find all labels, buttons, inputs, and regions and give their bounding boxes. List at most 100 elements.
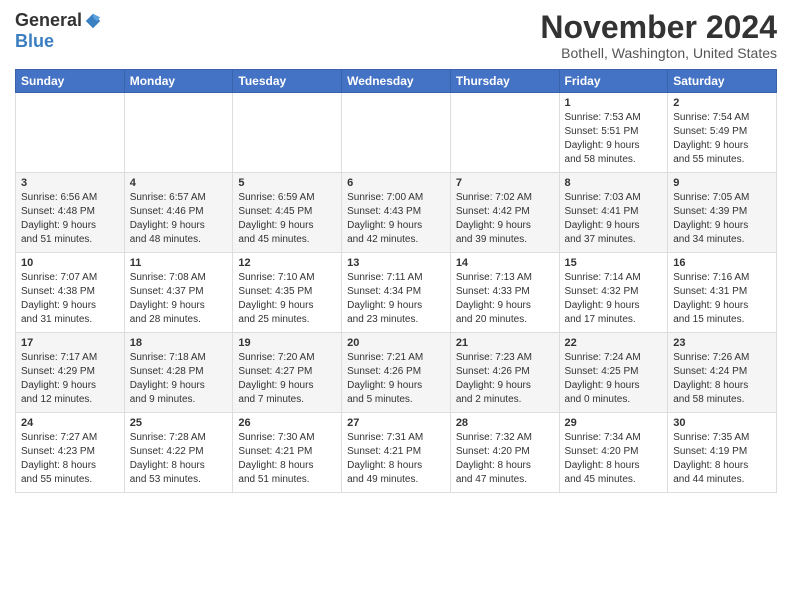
calendar-cell-w1-d5: 8 Sunrise: 7:03 AM Sunset: 4:41 PM Daylig… bbox=[559, 173, 668, 253]
week-row-0: 1Sunrise: 7:53 AM Sunset: 5:51 PM Daylig… bbox=[16, 93, 777, 173]
calendar-cell-w0-d6: 2 Sunrise: 7:54 AM Sunset: 5:49 PM Daylig… bbox=[668, 93, 777, 173]
header-friday: Friday bbox=[559, 70, 668, 93]
calendar-cell-w1-d0: 3Sunrise: 6:56 AM Sunset: 4:48 PM Daylig… bbox=[16, 173, 125, 253]
calendar-cell-w1-d2: 5 Sunrise: 6:59 AM Sunset: 4:45 PM Daylig… bbox=[233, 173, 342, 253]
day-info-24: Sunrise: 7:27 AM Sunset: 4:23 PM Dayligh… bbox=[21, 431, 119, 487]
day-number-11: 11 bbox=[130, 257, 228, 269]
logo-general: General bbox=[15, 10, 82, 31]
day-info-14: Sunrise: 7:13 AM Sunset: 4:33 PM Dayligh… bbox=[456, 271, 554, 327]
day-number-28: 28 bbox=[456, 417, 554, 429]
day-info-6: Sunrise: 7:00 AM Sunset: 4:43 PM Dayligh… bbox=[347, 191, 445, 247]
day-info-23: Sunrise: 7:26 AM Sunset: 4:24 PM Dayligh… bbox=[673, 351, 771, 407]
day-number-29: 29 bbox=[565, 417, 663, 429]
day-info-7: Sunrise: 7:02 AM Sunset: 4:42 PM Dayligh… bbox=[456, 191, 554, 247]
day-number-7: 7 bbox=[456, 177, 554, 189]
day-info-4: Sunrise: 6:57 AM Sunset: 4:46 PM Dayligh… bbox=[130, 191, 228, 247]
day-number-5: 5 bbox=[238, 177, 336, 189]
calendar-cell-w2-d2: 12 Sunrise: 7:10 AM Sunset: 4:35 PM Dayli… bbox=[233, 253, 342, 333]
day-number-8: 8 bbox=[565, 177, 663, 189]
day-info-30: Sunrise: 7:35 AM Sunset: 4:19 PM Dayligh… bbox=[673, 431, 771, 487]
calendar-cell-w4-d3: 27 Sunrise: 7:31 AM Sunset: 4:21 PM Dayli… bbox=[342, 413, 451, 493]
logo-icon bbox=[84, 12, 102, 30]
calendar-cell-w4-d0: 24Sunrise: 7:27 AM Sunset: 4:23 PM Dayli… bbox=[16, 413, 125, 493]
calendar-cell-w3-d2: 19 Sunrise: 7:20 AM Sunset: 4:27 PM Dayli… bbox=[233, 333, 342, 413]
day-number-22: 22 bbox=[565, 337, 663, 349]
calendar-table: Sunday Monday Tuesday Wednesday Thursday… bbox=[15, 69, 777, 493]
calendar-cell-w2-d5: 15Sunrise: 7:14 AM Sunset: 4:32 PM Dayli… bbox=[559, 253, 668, 333]
day-info-18: Sunrise: 7:18 AM Sunset: 4:28 PM Dayligh… bbox=[130, 351, 228, 407]
day-number-21: 21 bbox=[456, 337, 554, 349]
day-info-12: Sunrise: 7:10 AM Sunset: 4:35 PM Dayligh… bbox=[238, 271, 336, 327]
day-info-11: Sunrise: 7:08 AM Sunset: 4:37 PM Dayligh… bbox=[130, 271, 228, 327]
day-number-26: 26 bbox=[238, 417, 336, 429]
week-row-2: 10Sunrise: 7:07 AM Sunset: 4:38 PM Dayli… bbox=[16, 253, 777, 333]
day-number-18: 18 bbox=[130, 337, 228, 349]
calendar-header-row: Sunday Monday Tuesday Wednesday Thursday… bbox=[16, 70, 777, 93]
header: General Blue November 2024 Bothell, Wash… bbox=[15, 10, 777, 61]
day-number-23: 23 bbox=[673, 337, 771, 349]
day-info-19: Sunrise: 7:20 AM Sunset: 4:27 PM Dayligh… bbox=[238, 351, 336, 407]
day-info-13: Sunrise: 7:11 AM Sunset: 4:34 PM Dayligh… bbox=[347, 271, 445, 327]
calendar-cell-w4-d4: 28 Sunrise: 7:32 AM Sunset: 4:20 PM Dayli… bbox=[450, 413, 559, 493]
header-wednesday: Wednesday bbox=[342, 70, 451, 93]
day-number-25: 25 bbox=[130, 417, 228, 429]
calendar-cell-w3-d0: 17Sunrise: 7:17 AM Sunset: 4:29 PM Dayli… bbox=[16, 333, 125, 413]
day-info-27: Sunrise: 7:31 AM Sunset: 4:21 PM Dayligh… bbox=[347, 431, 445, 487]
day-number-6: 6 bbox=[347, 177, 445, 189]
calendar-cell-w2-d1: 11 Sunrise: 7:08 AM Sunset: 4:37 PM Dayli… bbox=[124, 253, 233, 333]
calendar-cell-w1-d1: 4Sunrise: 6:57 AM Sunset: 4:46 PM Daylig… bbox=[124, 173, 233, 253]
day-info-17: Sunrise: 7:17 AM Sunset: 4:29 PM Dayligh… bbox=[21, 351, 119, 407]
calendar-cell-w2-d0: 10Sunrise: 7:07 AM Sunset: 4:38 PM Dayli… bbox=[16, 253, 125, 333]
logo-blue: Blue bbox=[15, 31, 54, 52]
calendar-cell-w0-d5: 1Sunrise: 7:53 AM Sunset: 5:51 PM Daylig… bbox=[559, 93, 668, 173]
calendar-cell-w1-d6: 9 Sunrise: 7:05 AM Sunset: 4:39 PM Daylig… bbox=[668, 173, 777, 253]
day-number-30: 30 bbox=[673, 417, 771, 429]
logo: General Blue bbox=[15, 10, 102, 52]
calendar-cell-w0-d3 bbox=[342, 93, 451, 173]
day-number-2: 2 bbox=[673, 97, 771, 109]
day-number-9: 9 bbox=[673, 177, 771, 189]
calendar-cell-w2-d4: 14 Sunrise: 7:13 AM Sunset: 4:33 PM Dayli… bbox=[450, 253, 559, 333]
header-saturday: Saturday bbox=[668, 70, 777, 93]
calendar-cell-w3-d5: 22 Sunrise: 7:24 AM Sunset: 4:25 PM Dayli… bbox=[559, 333, 668, 413]
main-container: General Blue November 2024 Bothell, Wash… bbox=[0, 0, 792, 612]
week-row-1: 3Sunrise: 6:56 AM Sunset: 4:48 PM Daylig… bbox=[16, 173, 777, 253]
day-number-16: 16 bbox=[673, 257, 771, 269]
week-row-4: 24Sunrise: 7:27 AM Sunset: 4:23 PM Dayli… bbox=[16, 413, 777, 493]
header-tuesday: Tuesday bbox=[233, 70, 342, 93]
calendar-cell-w0-d2 bbox=[233, 93, 342, 173]
day-number-1: 1 bbox=[565, 97, 663, 109]
day-info-8: Sunrise: 7:03 AM Sunset: 4:41 PM Dayligh… bbox=[565, 191, 663, 247]
header-monday: Monday bbox=[124, 70, 233, 93]
calendar-cell-w0-d1 bbox=[124, 93, 233, 173]
location: Bothell, Washington, United States bbox=[540, 45, 777, 61]
calendar-cell-w4-d1: 25 Sunrise: 7:28 AM Sunset: 4:22 PM Dayli… bbox=[124, 413, 233, 493]
month-title: November 2024 bbox=[540, 10, 777, 45]
day-info-22: Sunrise: 7:24 AM Sunset: 4:25 PM Dayligh… bbox=[565, 351, 663, 407]
calendar-cell-w4-d2: 26 Sunrise: 7:30 AM Sunset: 4:21 PM Dayli… bbox=[233, 413, 342, 493]
day-info-2: Sunrise: 7:54 AM Sunset: 5:49 PM Dayligh… bbox=[673, 111, 771, 167]
day-info-28: Sunrise: 7:32 AM Sunset: 4:20 PM Dayligh… bbox=[456, 431, 554, 487]
day-info-26: Sunrise: 7:30 AM Sunset: 4:21 PM Dayligh… bbox=[238, 431, 336, 487]
calendar-cell-w3-d3: 20Sunrise: 7:21 AM Sunset: 4:26 PM Dayli… bbox=[342, 333, 451, 413]
day-info-25: Sunrise: 7:28 AM Sunset: 4:22 PM Dayligh… bbox=[130, 431, 228, 487]
calendar-cell-w4-d6: 30 Sunrise: 7:35 AM Sunset: 4:19 PM Dayli… bbox=[668, 413, 777, 493]
calendar-cell-w4-d5: 29 Sunrise: 7:34 AM Sunset: 4:20 PM Dayli… bbox=[559, 413, 668, 493]
day-number-12: 12 bbox=[238, 257, 336, 269]
header-sunday: Sunday bbox=[16, 70, 125, 93]
day-number-14: 14 bbox=[456, 257, 554, 269]
day-number-27: 27 bbox=[347, 417, 445, 429]
day-info-29: Sunrise: 7:34 AM Sunset: 4:20 PM Dayligh… bbox=[565, 431, 663, 487]
day-info-21: Sunrise: 7:23 AM Sunset: 4:26 PM Dayligh… bbox=[456, 351, 554, 407]
day-number-13: 13 bbox=[347, 257, 445, 269]
day-number-10: 10 bbox=[21, 257, 119, 269]
day-number-19: 19 bbox=[238, 337, 336, 349]
day-info-9: Sunrise: 7:05 AM Sunset: 4:39 PM Dayligh… bbox=[673, 191, 771, 247]
calendar-cell-w1-d3: 6 Sunrise: 7:00 AM Sunset: 4:43 PM Daylig… bbox=[342, 173, 451, 253]
calendar-cell-w3-d1: 18 Sunrise: 7:18 AM Sunset: 4:28 PM Dayli… bbox=[124, 333, 233, 413]
day-info-16: Sunrise: 7:16 AM Sunset: 4:31 PM Dayligh… bbox=[673, 271, 771, 327]
day-number-3: 3 bbox=[21, 177, 119, 189]
calendar-cell-w3-d4: 21 Sunrise: 7:23 AM Sunset: 4:26 PM Dayli… bbox=[450, 333, 559, 413]
day-info-5: Sunrise: 6:59 AM Sunset: 4:45 PM Dayligh… bbox=[238, 191, 336, 247]
calendar-cell-w2-d6: 16 Sunrise: 7:16 AM Sunset: 4:31 PM Dayli… bbox=[668, 253, 777, 333]
